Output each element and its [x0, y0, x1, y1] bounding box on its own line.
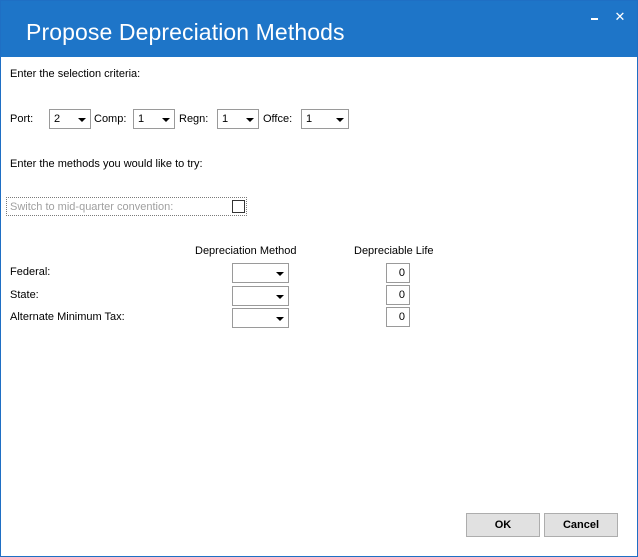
chevron-down-icon [78, 118, 86, 122]
state-life-value: 0 [398, 289, 405, 301]
regn-label: Regn: [179, 113, 209, 125]
offce-value: 1 [306, 113, 313, 125]
mid-quarter-label: Switch to mid-quarter convention: [10, 201, 174, 213]
minimize-button[interactable] [587, 9, 603, 25]
mid-quarter-checkbox-row[interactable]: Switch to mid-quarter convention: [6, 197, 247, 216]
depreciation-method-header: Depreciation Method [195, 245, 297, 257]
comp-combo[interactable]: 1 [133, 109, 175, 129]
close-icon: ✕ [614, 9, 626, 24]
amt-label: Alternate Minimum Tax: [10, 311, 125, 323]
offce-combo[interactable]: 1 [301, 109, 349, 129]
mid-quarter-checkbox[interactable] [232, 200, 245, 213]
comp-value: 1 [138, 113, 145, 125]
amt-method-combo[interactable] [232, 308, 289, 328]
federal-life-field[interactable]: 0 [386, 263, 410, 283]
methods-prompt: Enter the methods you would like to try: [10, 158, 203, 170]
depreciable-life-header: Depreciable Life [354, 245, 434, 257]
dialog-title: Propose Depreciation Methods [26, 19, 345, 45]
selection-criteria-prompt: Enter the selection criteria: [10, 68, 141, 80]
federal-life-value: 0 [398, 267, 405, 279]
chevron-down-icon [162, 118, 170, 122]
minimize-icon [591, 18, 598, 20]
port-value: 2 [54, 113, 61, 125]
chevron-down-icon [246, 118, 254, 122]
regn-value: 1 [222, 113, 229, 125]
federal-method-combo[interactable] [232, 263, 289, 283]
ok-button[interactable]: OK [466, 513, 540, 537]
regn-combo[interactable]: 1 [217, 109, 259, 129]
state-method-combo[interactable] [232, 286, 289, 306]
chevron-down-icon [276, 272, 284, 276]
federal-label: Federal: [10, 266, 51, 278]
comp-label: Comp: [94, 113, 127, 125]
amt-life-field[interactable]: 0 [386, 307, 410, 327]
close-button[interactable]: ✕ [612, 9, 628, 25]
offce-label: Offce: [263, 113, 293, 125]
chevron-down-icon [336, 118, 344, 122]
amt-life-value: 0 [398, 311, 405, 323]
chevron-down-icon [276, 317, 284, 321]
cancel-button[interactable]: Cancel [544, 513, 618, 537]
port-combo[interactable]: 2 [49, 109, 91, 129]
state-life-field[interactable]: 0 [386, 285, 410, 305]
title-bar: Propose Depreciation Methods ✕ [1, 1, 637, 57]
chevron-down-icon [276, 295, 284, 299]
propose-depreciation-dialog: Propose Depreciation Methods ✕ Enter the… [0, 0, 638, 557]
port-label: Port: [10, 113, 34, 125]
state-label: State: [10, 289, 39, 301]
